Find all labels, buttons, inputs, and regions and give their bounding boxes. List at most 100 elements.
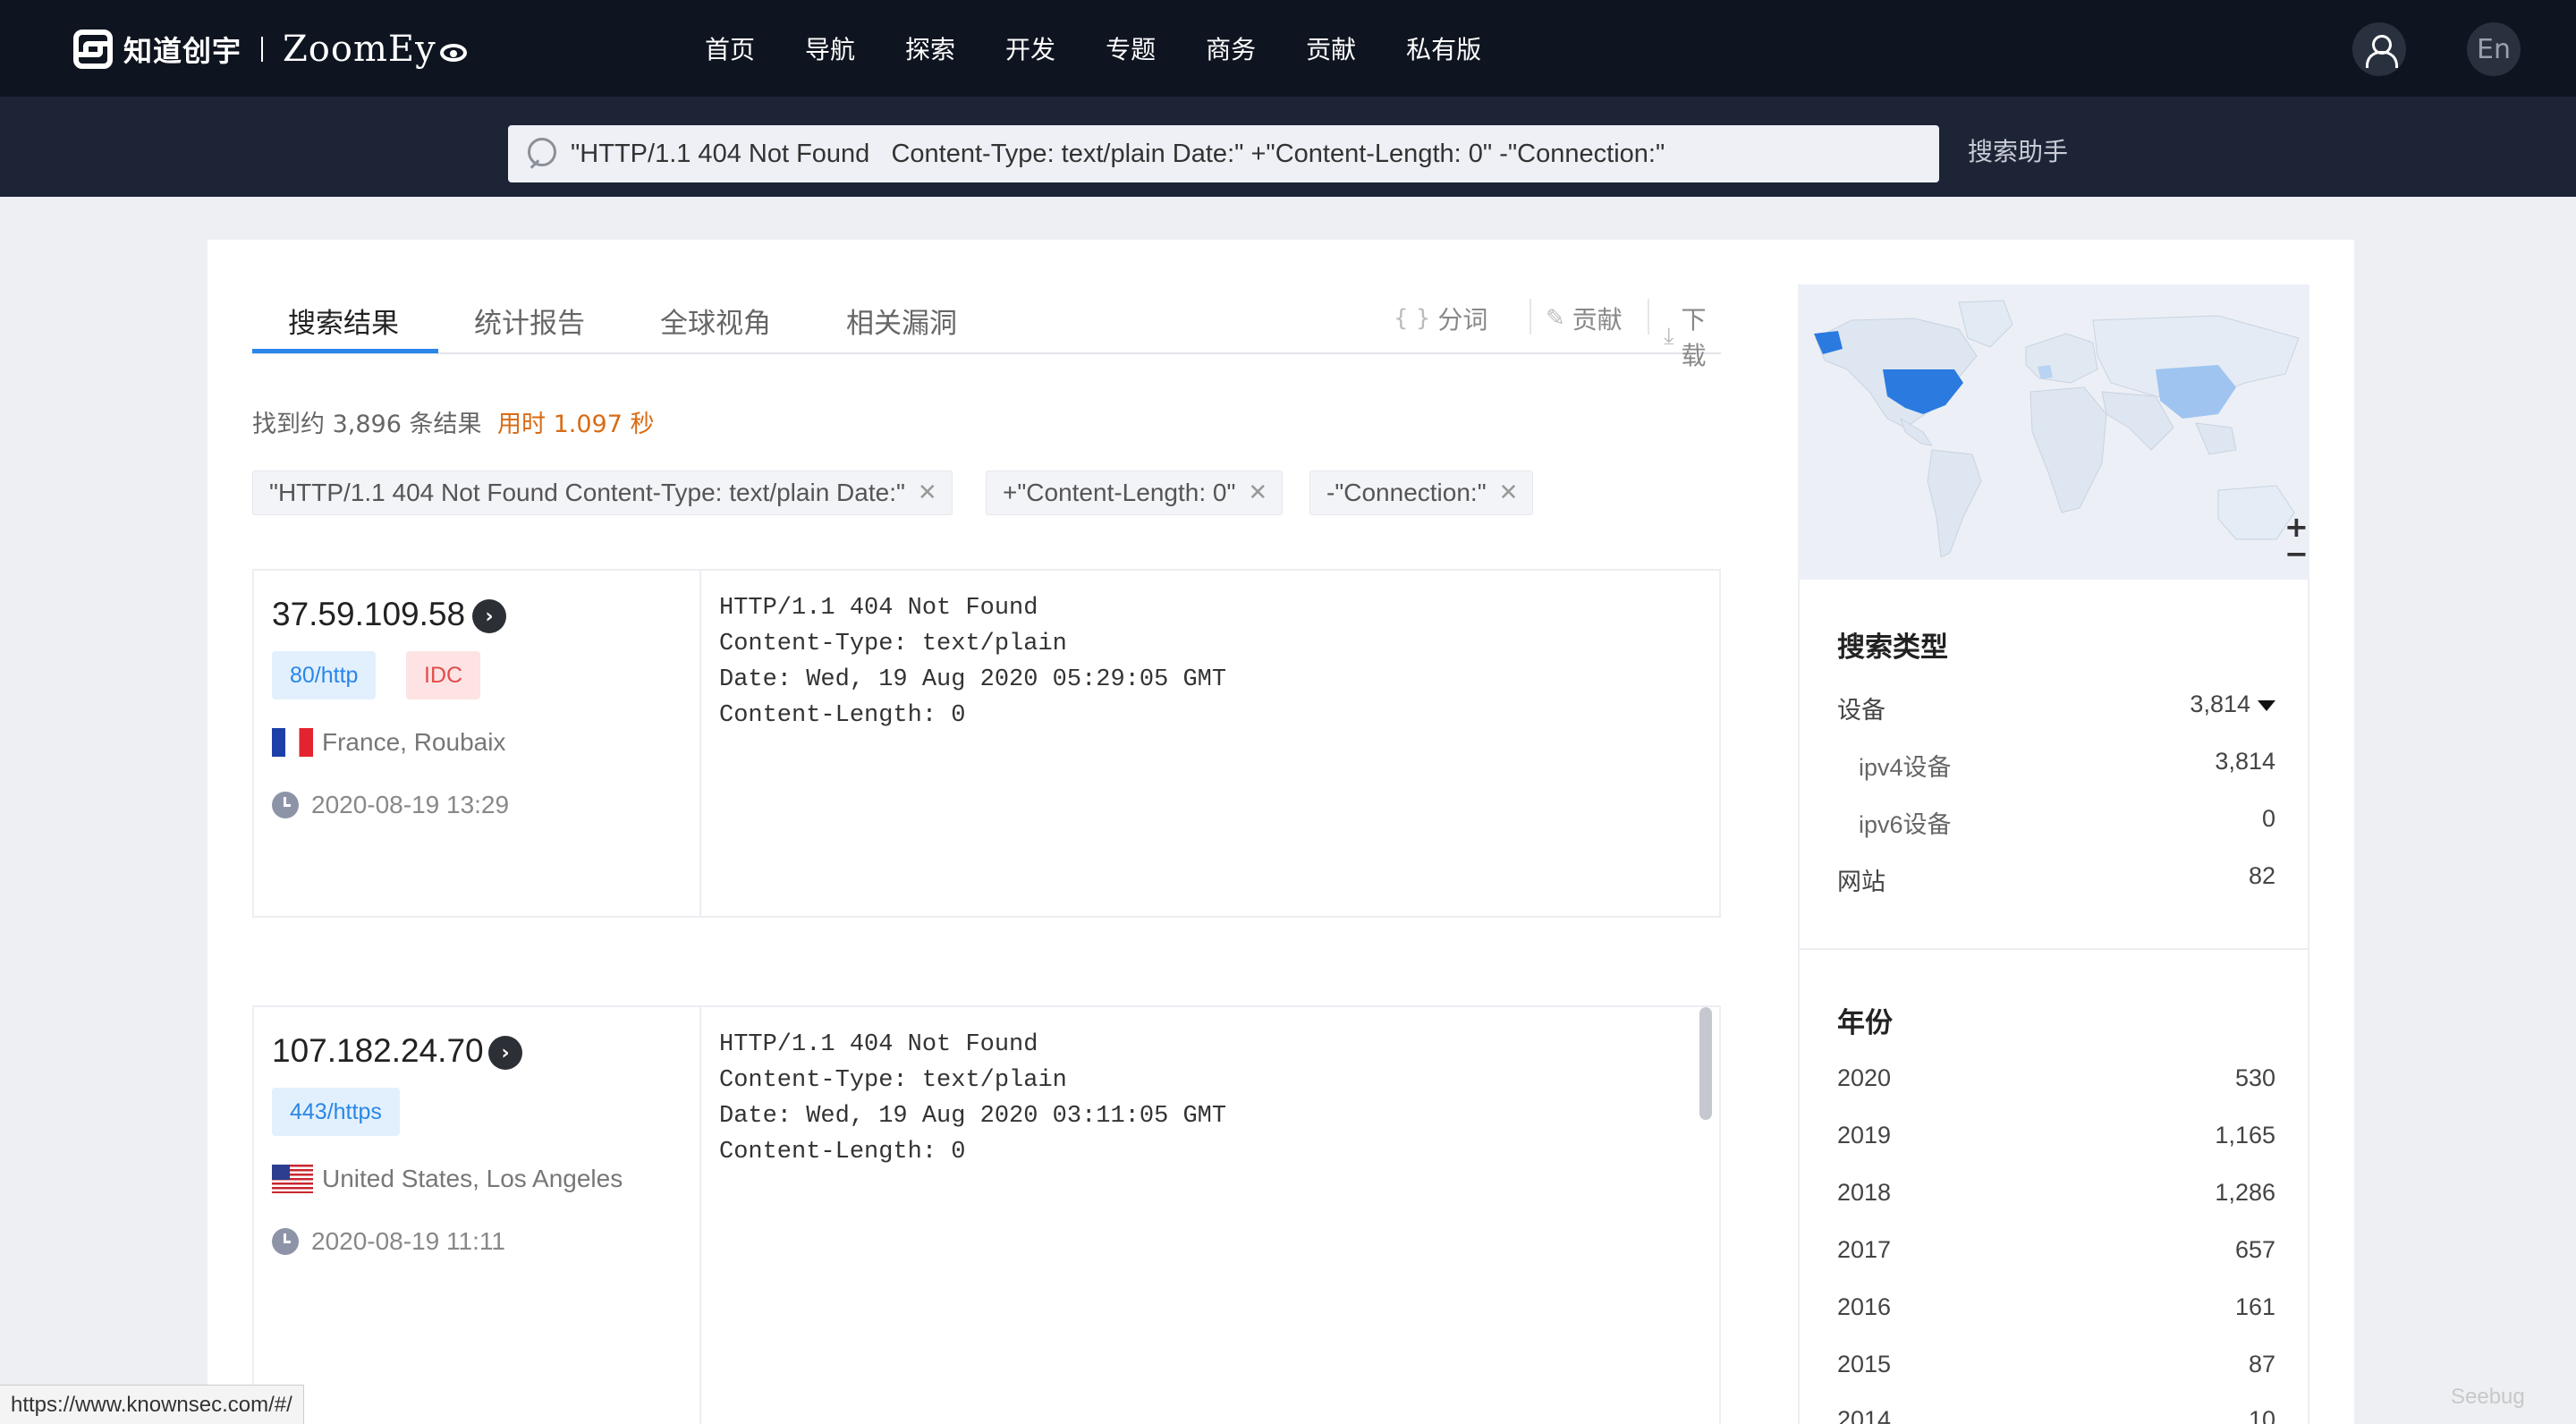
nav-explore[interactable]: 探索 [905, 30, 955, 66]
search-band: "HTTP/1.1 404 Not Found Content-Type: te… [0, 97, 2576, 197]
tool-divider [1648, 299, 1649, 335]
clock-icon [272, 1228, 299, 1255]
time-text: 2020-08-19 13:29 [311, 791, 510, 818]
download-label: 下载 [1681, 305, 1707, 370]
main-nav: 首页 导航 探索 开发 专题 商务 贡献 私有版 [705, 0, 1531, 97]
download-button[interactable]: ⤓ 下载 [1664, 301, 1721, 372]
caret-down-icon[interactable] [2258, 699, 2275, 711]
edit-icon: ✎ [1546, 305, 1565, 332]
active-tab-indicator [252, 349, 438, 353]
filter-chip: "HTTP/1.1 404 Not Found Content-Type: te… [252, 470, 953, 515]
nav-home[interactable]: 首页 [705, 30, 755, 66]
stat-label: 2014 [1837, 1406, 1892, 1424]
tokenize-button[interactable]: { } 分词 [1394, 301, 1487, 336]
stat-row-year[interactable]: 2014 10 [1837, 1406, 2275, 1424]
tab-search-results[interactable]: 搜索结果 [288, 301, 399, 341]
user-button[interactable] [2352, 22, 2406, 76]
result-meta: 37.59.109.58 › 80/http IDC France, Rouba… [254, 571, 701, 916]
us-flag-icon [272, 1165, 313, 1193]
world-map[interactable]: + − [1798, 284, 2309, 580]
location-text[interactable]: France, Roubaix [322, 728, 505, 757]
logo[interactable]: 知道创宇 ZoomEy [73, 27, 467, 72]
logo-en-text: ZoomEy [283, 29, 436, 70]
france-flag-icon [272, 728, 313, 757]
stat-value: 161 [2234, 1293, 2275, 1320]
nav-topics[interactable]: 专题 [1106, 30, 1156, 66]
stat-row-year[interactable]: 2015 87 [1837, 1351, 2275, 1378]
tab-global-view[interactable]: 全球视角 [660, 301, 771, 341]
filter-chip-label: "HTTP/1.1 404 Not Found Content-Type: te… [269, 479, 905, 506]
result-banner: HTTP/1.1 404 Not Found Content-Type: tex… [719, 595, 1227, 729]
location-text[interactable]: United States, Los Angeles [322, 1165, 623, 1193]
result-count: 找到约 3,896 条结果 [252, 411, 482, 438]
banner-scrollbar[interactable] [1699, 1007, 1712, 1120]
logo-cn-text: 知道创宇 [123, 34, 242, 68]
download-icon: ⤓ [1664, 322, 1674, 350]
chevron-right-icon[interactable]: › [472, 599, 506, 633]
stat-value: 10 [2248, 1406, 2275, 1424]
contribute-label: 贡献 [1572, 305, 1623, 335]
stat-row-year[interactable]: 2016 161 [1837, 1293, 2275, 1321]
close-icon[interactable]: ✕ [1248, 479, 1267, 506]
search-input[interactable]: "HTTP/1.1 404 Not Found Content-Type: te… [508, 125, 1939, 182]
stat-value: 1,165 [2215, 1122, 2275, 1149]
result-location: United States, Los Angeles [272, 1165, 623, 1193]
status-bar-url: https://www.knownsec.com/#/ [0, 1385, 304, 1424]
search-query-text[interactable]: "HTTP/1.1 404 Not Found Content-Type: te… [571, 140, 1665, 169]
chevron-right-icon[interactable]: › [488, 1036, 522, 1070]
search-helper-link[interactable]: 搜索助手 [1968, 132, 2068, 168]
stat-label: 2016 [1837, 1293, 1892, 1320]
map-zoom-out[interactable]: − [2284, 537, 2309, 571]
filter-chip-label: -"Connection:" [1326, 479, 1487, 506]
year-panel: 年份 2020 530 2019 1,165 2018 1,286 2017 6… [1798, 950, 2309, 1424]
search-type-title: 搜索类型 [1837, 631, 1948, 664]
year-title: 年份 [1837, 1007, 1893, 1039]
stat-label: 设备 [1837, 697, 1885, 724]
stat-label: ipv4设备 [1859, 754, 1952, 781]
watermark: Seebug [2451, 1385, 2525, 1409]
stat-value: 530 [2234, 1064, 2275, 1091]
nav-business[interactable]: 商务 [1206, 30, 1256, 66]
result-item: 107.182.24.70 › 443/https United States,… [252, 1005, 1721, 1424]
stat-row-device[interactable]: 设备 3,814 [1837, 691, 2275, 725]
stat-label: 2017 [1837, 1236, 1892, 1263]
idc-badge[interactable]: IDC [406, 651, 481, 699]
stat-row-ipv6[interactable]: ipv6设备 0 [1859, 805, 2275, 840]
top-navbar: 知道创宇 ZoomEy 首页 导航 探索 开发 专题 商务 贡献 私有版 En [0, 0, 2576, 97]
logo-divider [261, 37, 264, 62]
stat-row-year[interactable]: 2017 657 [1837, 1236, 2275, 1264]
result-item: 37.59.109.58 › 80/http IDC France, Rouba… [252, 569, 1721, 918]
nav-develop[interactable]: 开发 [1005, 30, 1055, 66]
result-banner: HTTP/1.1 404 Not Found Content-Type: tex… [719, 1031, 1227, 1165]
contribute-button[interactable]: ✎ 贡献 [1546, 301, 1623, 336]
stat-value: 82 [2248, 862, 2275, 889]
port-badge[interactable]: 80/http [272, 651, 377, 699]
language-button[interactable]: En [2467, 22, 2521, 76]
result-ip[interactable]: 37.59.109.58 [272, 596, 465, 633]
world-map-graphic [1814, 300, 2300, 558]
result-ip[interactable]: 107.182.24.70 [272, 1032, 484, 1070]
stat-row-year[interactable]: 2020 530 [1837, 1064, 2275, 1092]
eye-icon [439, 44, 467, 62]
stat-row-year[interactable]: 2019 1,165 [1837, 1122, 2275, 1149]
nav-contribute[interactable]: 贡献 [1306, 30, 1356, 66]
tab-related-vulns[interactable]: 相关漏洞 [846, 301, 957, 341]
stat-value: 87 [2248, 1351, 2275, 1377]
stat-label: 2015 [1837, 1351, 1892, 1377]
result-time: 2020-08-19 11:11 [272, 1227, 505, 1256]
nav-navigation[interactable]: 导航 [805, 30, 855, 66]
close-icon[interactable]: ✕ [918, 479, 937, 506]
stat-label: 网站 [1837, 869, 1885, 895]
port-badge[interactable]: 443/https [272, 1088, 400, 1136]
results-tabs: 搜索结果 统计报告 全球视角 相关漏洞 { } 分词 ✎ 贡献 ⤓ 下载 [252, 286, 1721, 370]
filter-chip: +"Content-Length: 0" ✕ [986, 470, 1284, 515]
tab-stats-report[interactable]: 统计报告 [474, 301, 585, 341]
nav-private[interactable]: 私有版 [1406, 30, 1481, 66]
stat-row-ipv4[interactable]: ipv4设备 3,814 [1859, 748, 2275, 783]
clock-icon [272, 792, 299, 818]
search-type-panel: 搜索类型 设备 3,814 ipv4设备 3,814 ipv6设备 0 网站 8… [1798, 580, 2309, 950]
search-icon [528, 138, 560, 170]
stat-row-website[interactable]: 网站 82 [1837, 862, 2275, 897]
close-icon[interactable]: ✕ [1499, 479, 1519, 506]
stat-row-year[interactable]: 2018 1,286 [1837, 1179, 2275, 1207]
